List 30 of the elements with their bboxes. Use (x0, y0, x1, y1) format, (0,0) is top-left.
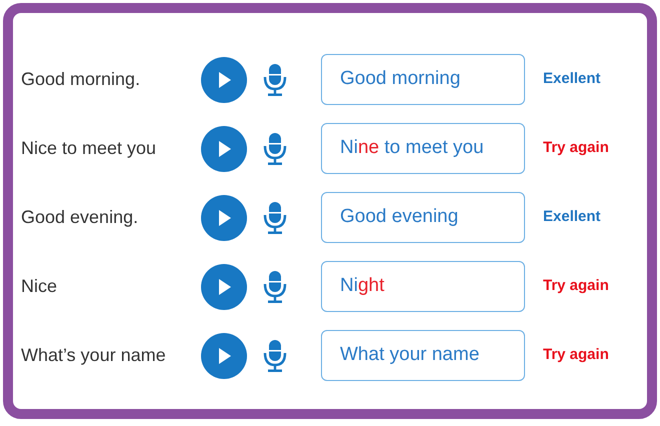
answer-box[interactable]: What your name (321, 330, 525, 381)
phrase-text: Good evening. (21, 206, 140, 229)
play-icon (216, 70, 232, 88)
microphone-icon[interactable] (263, 62, 287, 96)
answer-box[interactable]: Night (321, 261, 525, 312)
play-icon (216, 346, 232, 364)
result-text: Try again (543, 276, 609, 296)
result-text: Try again (543, 138, 609, 158)
play-button[interactable] (201, 332, 247, 378)
microphone-icon[interactable] (263, 132, 287, 166)
microphone-icon[interactable] (263, 200, 287, 234)
phrase-text: Good morning. (21, 68, 142, 91)
play-button[interactable] (201, 194, 247, 240)
answer-box[interactable]: Good morning (321, 54, 525, 105)
play-icon (216, 278, 232, 296)
play-button[interactable] (201, 56, 247, 102)
result-text: Exellent (543, 69, 601, 90)
microphone-icon[interactable] (263, 270, 287, 304)
answer-box[interactable]: Nine to meet you (321, 123, 525, 174)
play-button[interactable] (201, 264, 247, 310)
microphone-icon[interactable] (263, 338, 287, 372)
phrase-text: Nice to meet you (21, 137, 158, 160)
play-icon (216, 208, 232, 226)
result-text: Exellent (543, 207, 601, 228)
phrase-text: What’s your name (21, 344, 167, 367)
phrase-text: Nice (21, 275, 58, 298)
answer-box[interactable]: Good evening (321, 192, 525, 243)
play-icon (216, 140, 232, 158)
result-text: Try again (543, 345, 609, 366)
play-button[interactable] (201, 126, 247, 172)
